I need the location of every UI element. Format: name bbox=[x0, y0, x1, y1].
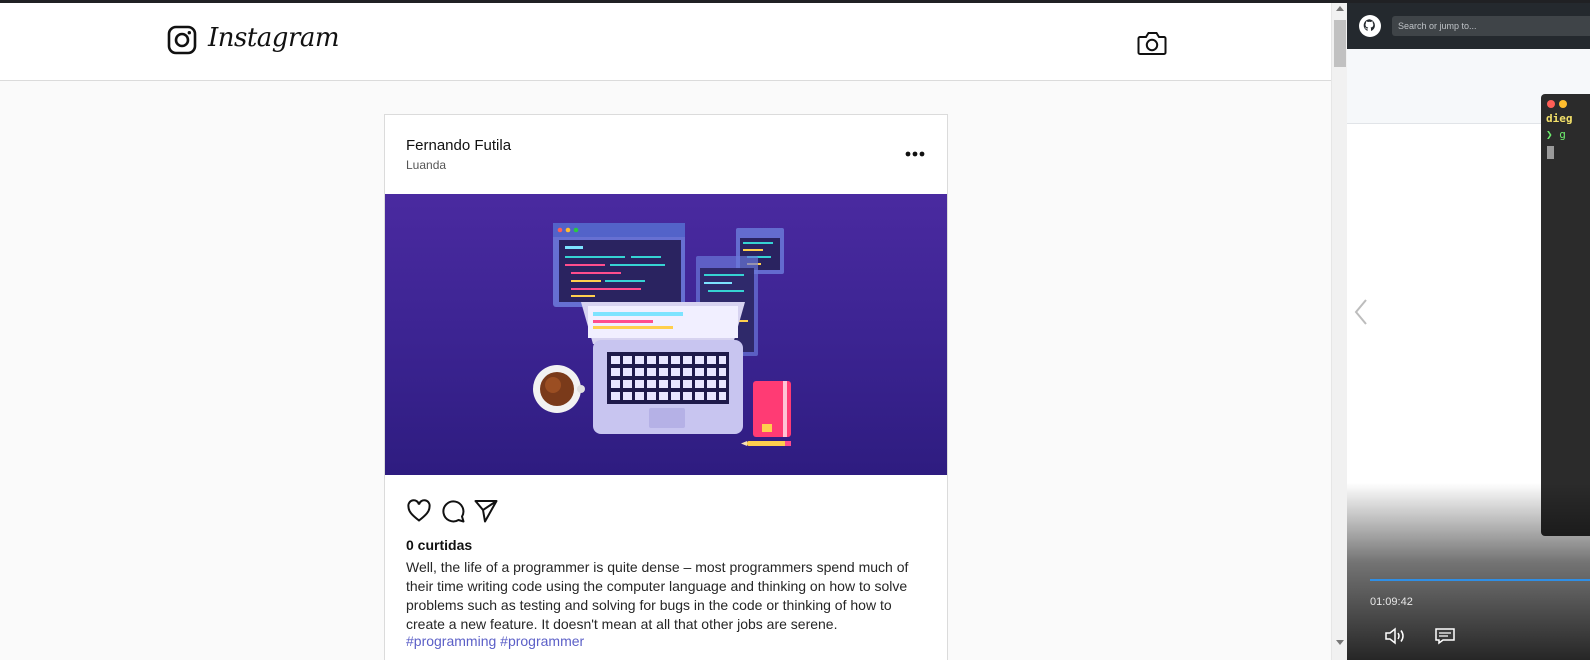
terminal-window: dieg ❯ g bbox=[1541, 94, 1590, 536]
post-location[interactable]: Luanda bbox=[406, 158, 446, 172]
captions-icon[interactable] bbox=[1434, 627, 1456, 645]
like-count: 0 curtidas bbox=[406, 537, 473, 553]
post-image[interactable] bbox=[385, 194, 947, 475]
programmer-illustration bbox=[533, 223, 791, 446]
terminal-command: ❯ g bbox=[1546, 128, 1566, 141]
comment-icon[interactable] bbox=[440, 498, 466, 524]
more-options-icon[interactable] bbox=[903, 147, 927, 161]
terminal-minimize-dot[interactable] bbox=[1559, 100, 1567, 108]
post-hashtags[interactable]: #programming #programmer bbox=[406, 633, 584, 649]
instagram-app: Instagram Fernando Futila Luanda 0 curti… bbox=[0, 3, 1331, 660]
terminal-cursor bbox=[1547, 146, 1554, 159]
share-icon[interactable] bbox=[473, 498, 499, 524]
terminal-prompt-user: dieg bbox=[1546, 112, 1573, 125]
github-header-bar: Search or jump to... bbox=[1347, 3, 1590, 49]
github-search-input[interactable]: Search or jump to... bbox=[1392, 16, 1590, 36]
heart-icon[interactable] bbox=[406, 498, 432, 524]
scroll-thumb[interactable] bbox=[1334, 20, 1346, 67]
feed-post: Fernando Futila Luanda 0 curtidas Well, … bbox=[384, 114, 948, 660]
page-scrollbar[interactable] bbox=[1331, 3, 1347, 660]
instagram-glyph-icon[interactable] bbox=[167, 25, 197, 55]
app-header: Instagram bbox=[0, 3, 1331, 81]
github-logo-icon[interactable] bbox=[1358, 14, 1382, 38]
volume-icon[interactable] bbox=[1384, 627, 1406, 645]
scroll-up-arrow-icon[interactable] bbox=[1336, 6, 1344, 11]
chevron-left-icon[interactable] bbox=[1353, 297, 1369, 327]
terminal-close-dot[interactable] bbox=[1547, 100, 1555, 108]
instagram-logo-text[interactable]: Instagram bbox=[208, 23, 340, 53]
video-progress-bar[interactable] bbox=[1370, 579, 1590, 581]
camera-icon[interactable] bbox=[1137, 29, 1167, 57]
scroll-down-arrow-icon[interactable] bbox=[1336, 640, 1344, 645]
post-author[interactable]: Fernando Futila bbox=[406, 137, 511, 154]
post-caption: Well, the life of a programmer is quite … bbox=[406, 559, 909, 632]
video-player-panel[interactable]: Search or jump to... dieg ❯ g 01:09:42 bbox=[1347, 3, 1590, 660]
video-timecode: 01:09:42 bbox=[1370, 596, 1413, 608]
